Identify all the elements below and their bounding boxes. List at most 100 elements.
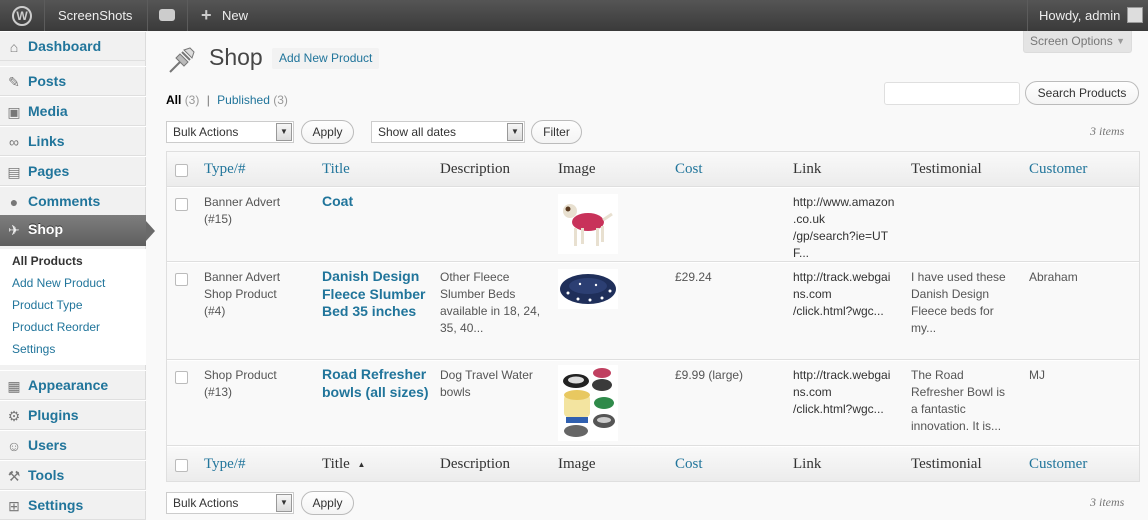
testimonial-line: innovation. It is... <box>911 419 1002 433</box>
title-line[interactable]: Danish Design <box>322 268 426 286</box>
menu-item-plugins[interactable]: ⚙ Plugins <box>0 400 146 430</box>
column-footer-customer[interactable]: Customer <box>1029 456 1087 473</box>
menu-item-posts[interactable]: ✎ Posts <box>0 66 146 96</box>
title-line[interactable]: bowls (all sizes) <box>322 384 429 402</box>
column-header-type[interactable]: Type/# <box>204 161 245 178</box>
select-all-checkbox[interactable] <box>175 164 188 177</box>
bulk-actions-select-bottom[interactable]: Bulk Actions ▼ <box>166 492 294 514</box>
menu-item-media[interactable]: ▣ Media <box>0 96 146 126</box>
wordpress-logo-icon[interactable]: W <box>12 6 32 26</box>
submenu-product-reorder[interactable]: Product Reorder <box>12 320 100 334</box>
column-header-link: Link <box>793 161 822 177</box>
filter-all-link[interactable]: All <box>166 93 181 107</box>
menu-label: Posts <box>28 73 67 89</box>
chevron-down-icon: ▼ <box>507 123 523 141</box>
filter-published-count: (3) <box>273 93 288 107</box>
select-all-checkbox[interactable] <box>175 459 188 472</box>
title-line[interactable]: Bed 35 inches <box>322 303 426 321</box>
table-row: Shop Product (#13) Road Refresher bowls … <box>167 360 1139 446</box>
menu-item-links[interactable]: ∞ Links <box>0 126 146 156</box>
submenu-product-type[interactable]: Product Type <box>12 298 83 312</box>
testimonial-cell: I have used these Danish Design Fleece b… <box>911 269 1006 337</box>
filter-published-link[interactable]: Published <box>217 93 270 107</box>
title-line[interactable]: Fleece Slumber <box>322 286 426 304</box>
cost-cell: £29.24 <box>675 270 712 284</box>
howdy-user-link[interactable]: Howdy, admin <box>1039 0 1120 31</box>
new-content-link[interactable]: New <box>222 0 248 31</box>
type-cell: Banner Advert Shop Product (#4) <box>204 269 280 320</box>
menu-label: Tools <box>28 467 65 483</box>
screen-options-button[interactable]: Screen Options ▼ <box>1023 31 1132 53</box>
screen-options-label: Screen Options <box>1030 34 1113 48</box>
description-line: Slumber Beds <box>440 287 516 301</box>
customer-cell: MJ <box>1029 368 1045 382</box>
title-cell[interactable]: Road Refresher bowls (all sizes) <box>322 366 429 401</box>
testimonial-line: Fleece beds for <box>911 304 994 318</box>
dog-coat-thumbnail <box>558 194 618 254</box>
title-line[interactable]: Road Refresher <box>322 366 429 384</box>
items-count-bottom: 3 items <box>1090 495 1125 509</box>
row-checkbox[interactable] <box>175 198 188 211</box>
current-menu-arrow <box>146 221 155 241</box>
menu-label: Pages <box>28 163 70 179</box>
column-footer-title[interactable]: Title ▲ <box>322 456 365 473</box>
column-footer-description: Description <box>440 456 510 472</box>
column-footer-image: Image <box>558 456 596 472</box>
menu-label: Plugins <box>28 407 79 423</box>
type-line: Shop Product <box>204 287 277 301</box>
users-icon: ☺ <box>6 438 22 454</box>
dashboard-icon: ⌂ <box>9 39 19 55</box>
menu-item-appearance[interactable]: ▦ Appearance <box>0 370 146 400</box>
menu-label: Links <box>28 133 65 149</box>
column-footer-testimonial: Testimonial <box>911 456 982 472</box>
menu-item-shop[interactable]: ✈ Shop <box>0 215 155 246</box>
submenu-add-new-product[interactable]: Add New Product <box>12 276 105 290</box>
column-footer-cost[interactable]: Cost <box>675 456 703 473</box>
testimonial-line: a fantastic <box>911 402 966 416</box>
column-header-cost[interactable]: Cost <box>675 161 703 178</box>
row-checkbox[interactable] <box>175 371 188 384</box>
column-footer-type[interactable]: Type/# <box>204 456 245 473</box>
submenu-all-products[interactable]: All Products <box>12 254 83 268</box>
menu-item-settings[interactable]: ⊞ Settings <box>0 490 146 520</box>
link-cell: http://track.webgai ns.com /click.html?w… <box>793 269 890 320</box>
new-plus-icon[interactable]: + <box>201 0 212 31</box>
shop-submenu: All Products Add New Product Product Typ… <box>0 249 146 365</box>
menu-label: Comments <box>28 193 101 209</box>
link-line: /gp/search?ie=UT <box>793 229 889 243</box>
column-header-title[interactable]: Title <box>322 161 350 178</box>
apply-button-bottom[interactable]: Apply <box>301 491 354 515</box>
customer-cell: Abraham <box>1029 270 1078 284</box>
avatar[interactable] <box>1127 7 1143 23</box>
link-line: http://track.webgai <box>793 368 891 382</box>
menu-item-comments[interactable]: ● Comments <box>0 186 146 216</box>
add-new-product-button[interactable]: Add New Product <box>272 48 380 69</box>
bulk-actions-select-top[interactable]: Bulk Actions ▼ <box>166 121 294 143</box>
column-header-description: Description <box>440 161 510 177</box>
submenu-settings[interactable]: Settings <box>12 342 55 356</box>
menu-item-dashboard[interactable]: ⌂ Dashboard <box>0 31 146 61</box>
link-cell: http://www.amazon .co.uk /gp/search?ie=U… <box>793 194 894 262</box>
menu-label: Settings <box>28 497 84 513</box>
comments-icon[interactable] <box>159 9 175 21</box>
title-line[interactable]: Coat <box>322 193 353 211</box>
apply-button-top[interactable]: Apply <box>301 120 354 144</box>
menu-label: Shop <box>28 221 63 237</box>
menu-item-pages[interactable]: ▤ Pages <box>0 156 146 186</box>
link-line: ns.com <box>793 287 832 301</box>
page-title: Shop <box>209 44 263 70</box>
search-input[interactable] <box>884 82 1020 105</box>
menu-item-users[interactable]: ☺ Users <box>0 430 146 460</box>
title-cell[interactable]: Coat <box>322 193 353 211</box>
table-row: Banner Advert Shop Product (#4) Danish D… <box>167 262 1139 360</box>
menu-item-tools[interactable]: ⚒ Tools <box>0 460 146 490</box>
date-filter-select[interactable]: Show all dates ▼ <box>371 121 525 143</box>
row-checkbox[interactable] <box>175 273 188 286</box>
search-products-button[interactable]: Search Products <box>1025 81 1139 105</box>
site-name-link[interactable]: ScreenShots <box>58 0 132 31</box>
title-cell[interactable]: Danish Design Fleece Slumber Bed 35 inch… <box>322 268 426 321</box>
filter-button[interactable]: Filter <box>531 120 582 144</box>
link-line: http://track.webgai <box>793 270 891 284</box>
chevron-down-icon: ▼ <box>276 494 292 512</box>
column-header-customer[interactable]: Customer <box>1029 161 1087 178</box>
